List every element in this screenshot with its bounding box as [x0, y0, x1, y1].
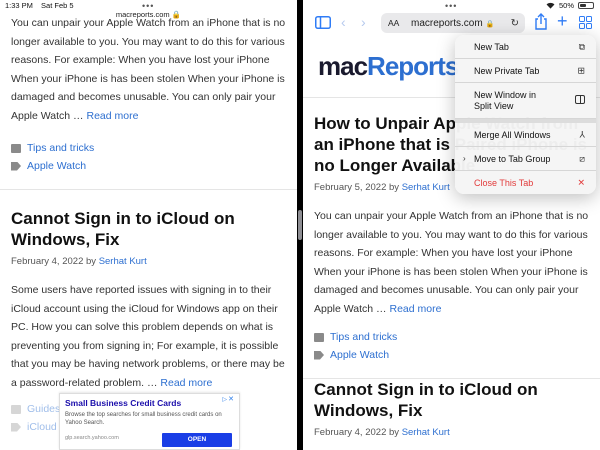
ad-url: glp.search.yahoo.com [65, 435, 119, 441]
category-link[interactable]: Guides [27, 403, 60, 415]
post-title[interactable]: Cannot Sign in to iCloud on Windows, Fix [314, 379, 594, 421]
author-link[interactable]: Serhat Kurt [402, 182, 450, 193]
menu-item-label: Close This Tab [474, 178, 534, 188]
article-list: You can unpair your Apple Watch from an … [0, 14, 297, 436]
status-date: Sat Feb 5 [41, 1, 74, 10]
excerpt-text: You can unpair your Apple Watch from an … [11, 17, 286, 122]
author-link[interactable]: Serhat Kurt [402, 427, 450, 438]
ad-open-button[interactable]: OPEN [162, 433, 232, 447]
new-tab-icon: ⧉ [578, 41, 585, 51]
excerpt-text: Some users have reported issues with sig… [11, 284, 285, 389]
sidebar-icon[interactable] [315, 16, 331, 29]
wifi-icon [546, 2, 555, 9]
tab-overview-icon[interactable] [579, 16, 592, 29]
private-tab-icon: ⊞ [577, 65, 585, 75]
menu-item-new-window-split-view[interactable]: New Window in Split View [455, 83, 596, 119]
divider-handle[interactable] [298, 210, 302, 240]
menu-item-label: Move to Tab Group [474, 153, 551, 164]
post-excerpt: You can unpair your Apple Watch from an … [314, 207, 594, 318]
tag-row: Apple Watch [11, 157, 286, 175]
tag-link[interactable]: Apple Watch [27, 160, 86, 172]
ipad-screen: 1:33 PM Sat Feb 5 50% ••• macreports.com… [0, 0, 600, 450]
post-meta: February 4, 2022 by Serhat Kurt [11, 256, 286, 267]
folder-icon [11, 143, 21, 153]
ad-title[interactable]: Small Business Credit Cards [65, 398, 181, 408]
merge-icon: ⅄ [579, 129, 586, 139]
site-logo[interactable]: macReports [318, 51, 459, 82]
forward-icon[interactable]: › [361, 14, 366, 30]
tag-icon [11, 422, 21, 432]
category-link[interactable]: Tips and tricks [330, 331, 397, 343]
tag-icon [11, 161, 21, 171]
post-by: by [86, 256, 97, 267]
ad-banner[interactable]: ▷ ✕ Small Business Credit Cards Browse t… [59, 393, 240, 450]
logo-reports: Reports [367, 51, 459, 81]
menu-item-label: Merge All Windows [474, 129, 551, 140]
split-view-icon [575, 94, 585, 107]
tab-group-icon: ⧄ [579, 153, 585, 163]
menu-item-new-private-tab[interactable]: New Private Tab ⊞ [455, 59, 596, 83]
divider [0, 189, 297, 190]
safari-toolbar: ‹ › AA macreports.com 🔒 ↻ + [303, 10, 600, 36]
address-bar[interactable]: AA macreports.com 🔒 ↻ [381, 13, 525, 33]
category-link[interactable]: Tips and tricks [27, 142, 94, 154]
post-by: by [389, 427, 400, 438]
menu-item-new-tab[interactable]: New Tab ⧉ [455, 35, 596, 59]
tag-link[interactable]: Apple Watch [330, 349, 389, 361]
chevron-right-icon: › [463, 154, 466, 163]
post-date: February 4, 2022 [314, 427, 387, 438]
share-icon[interactable] [534, 13, 548, 30]
post-by: by [389, 182, 400, 193]
status-time: 1:33 PM [5, 1, 33, 10]
menu-item-close-this-tab[interactable]: Close This Tab ✕ [455, 171, 596, 194]
menu-item-merge-all-windows[interactable]: Merge All Windows ⅄ [455, 123, 596, 147]
left-safari-pane: ••• macreports.com 🔒 You can unpair your… [0, 0, 297, 450]
folder-icon [314, 332, 324, 342]
menu-item-label: New Tab [474, 41, 509, 52]
reload-icon[interactable]: ↻ [511, 18, 519, 29]
url-text: macreports.com 🔒 [411, 18, 494, 29]
tag-icon [314, 350, 324, 360]
menu-item-label: New Private Tab [474, 65, 540, 76]
excerpt-text: You can unpair your Apple Watch from an … [314, 210, 589, 315]
article-excerpt: You can unpair your Apple Watch from an … [11, 14, 286, 125]
ad-description: Browse the top searches for small busine… [65, 412, 222, 426]
status-bar-right: 50% [546, 1, 594, 10]
read-more-link[interactable]: Read more [389, 303, 441, 315]
menu-item-move-to-tab-group[interactable]: › Move to Tab Group ⧄ [455, 147, 596, 171]
post-excerpt: Some users have reported issues with sig… [11, 281, 286, 392]
logo-mac: mac [318, 51, 368, 81]
author-link[interactable]: Serhat Kurt [99, 256, 147, 267]
multitasking-handle[interactable]: ••• [445, 2, 457, 11]
reader-options-icon[interactable]: AA [388, 18, 399, 28]
category-row: Tips and tricks [314, 328, 594, 346]
lock-icon: 🔒 [485, 20, 495, 28]
ad-close-icon[interactable]: ✕ [226, 396, 236, 404]
read-more-link[interactable]: Read more [160, 377, 212, 389]
status-bar-left: 1:33 PM Sat Feb 5 [5, 1, 74, 10]
read-more-link[interactable]: Read more [86, 110, 138, 122]
folder-icon [11, 404, 21, 414]
new-tab-plus-icon[interactable]: + [557, 12, 568, 30]
post-meta: February 4, 2022 by Serhat Kurt [314, 427, 594, 438]
new-tab-menu: New Tab ⧉ New Private Tab ⊞ New Window i… [455, 35, 596, 194]
post-date: February 5, 2022 [314, 182, 387, 193]
tag-row: Apple Watch [314, 346, 594, 364]
url-host: macreports.com [411, 17, 483, 29]
battery-percent: 50% [558, 1, 574, 10]
multitasking-handle[interactable]: ••• [142, 2, 154, 11]
post-title[interactable]: Cannot Sign in to iCloud on Windows, Fix [11, 208, 286, 250]
close-icon: ✕ [577, 177, 585, 188]
battery-icon [578, 2, 594, 9]
menu-item-label: New Window in Split View [474, 89, 537, 111]
category-row: Tips and tricks [11, 139, 286, 157]
back-icon[interactable]: ‹ [341, 14, 346, 30]
tag-link[interactable]: iCloud [27, 421, 57, 433]
post-date: February 4, 2022 [11, 256, 84, 267]
